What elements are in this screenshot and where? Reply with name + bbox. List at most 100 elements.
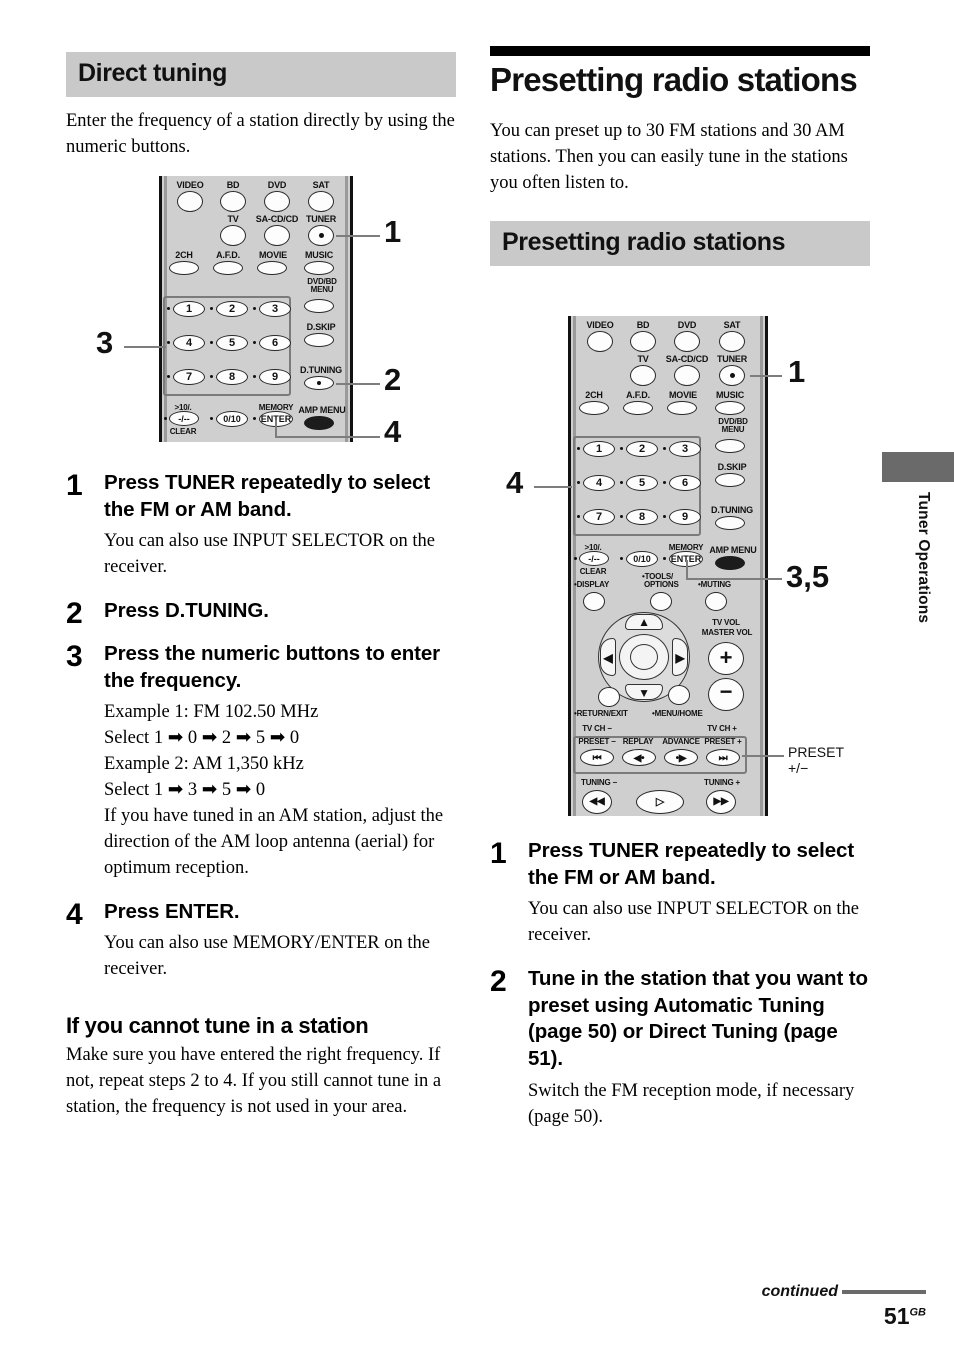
remote-button-afd[interactable] [213,261,243,275]
remote-button-dvd-bd-menu[interactable] [715,439,745,453]
remote-key-1[interactable]: 1 [173,301,205,317]
remote-button-dskip[interactable] [304,333,334,347]
remote-label-return-exit: •RETURN/EXIT [574,709,628,718]
remote-button-tools-options[interactable] [650,592,672,611]
leader-line-right-callout-1 [750,375,782,377]
step-number: 2 [490,965,507,999]
remote-button-dskip[interactable] [715,473,745,487]
remote-button-dtuning[interactable] [715,516,745,530]
remote-button-display[interactable] [583,592,605,611]
remote-button-video[interactable] [587,331,613,352]
remote-key-2[interactable]: 2 [216,301,248,317]
page-number: 51GB [762,1303,926,1330]
remote-button-movie[interactable] [257,261,287,275]
remote-label-tv-ch-plus: TV CH + [707,724,737,733]
continued-rule [842,1290,926,1294]
remote-label-amp-menu: AMP MENU [298,405,346,415]
remote-dtuning-indicator-dot [317,381,321,385]
remote-button-sat[interactable] [308,191,334,212]
keypad-dot-0 [210,417,213,420]
remote-glyph-next: ⏭ [718,753,728,764]
remote-key-0-10[interactable]: 0/10 [216,411,248,427]
remote-button-tv[interactable] [630,365,656,386]
callout-right-4: 4 [506,465,524,500]
left-column: Direct tuning Enter the frequency of a s… [66,52,456,161]
remote-button-sat[interactable] [719,331,745,352]
remote-glyph-play: ▷ [655,796,665,808]
remote-key-7[interactable]: 7 [173,369,205,385]
remote-label-amp-menu: AMP MENU [709,545,757,555]
keypad-dot-8 [210,375,213,378]
remote-button-muting[interactable] [705,592,727,611]
remote-button-afd[interactable] [623,401,653,415]
remote-key-2[interactable]: 2 [626,441,658,457]
remote-key-5[interactable]: 5 [216,335,248,351]
remote-button-tv[interactable] [220,225,246,246]
remote-key-9[interactable]: 9 [259,369,291,385]
keypad-dot-3 [253,307,256,310]
remote-label-tuner: TUNER [306,214,336,224]
remote-key-3[interactable]: 3 [259,301,291,317]
step-sub: You can also use INPUT SELECTOR on the r… [528,899,859,946]
remote-key-4[interactable]: 4 [173,335,205,351]
step-title: Press D.TUNING. [104,599,269,623]
remote-label-dtuning: D.TUNING [711,505,753,515]
remote-key-5[interactable]: 5 [626,475,658,491]
remote-label-video: VIDEO [176,180,204,190]
remote-key-6[interactable]: 6 [669,475,701,491]
keypad-dot-5 [620,481,623,484]
remote-enter-inner[interactable] [630,644,658,670]
remote-key-4[interactable]: 4 [583,475,615,491]
callout-preset-plus-minus: PRESET +/− [788,744,844,776]
remote-key-8[interactable]: 8 [216,369,248,385]
remote-label-bd: BD [636,320,650,330]
remote-button-music[interactable] [304,261,334,275]
remote-key-dash[interactable]: -/-- [169,411,199,426]
remote-label-sat: SAT [312,180,330,190]
remote-key-dash[interactable]: -/-- [579,551,609,566]
direct-tuning-intro: Enter the frequency of a station directl… [66,111,455,157]
remote-key-3[interactable]: 3 [669,441,701,457]
remote-key-1[interactable]: 1 [583,441,615,457]
remote-key-8[interactable]: 8 [626,509,658,525]
remote-button-2ch[interactable] [579,401,609,415]
remote-button-menu-home[interactable] [668,685,690,705]
leader-line-callout-3 [124,346,166,348]
remote-key-9[interactable]: 9 [669,509,701,525]
remote-key-0-10[interactable]: 0/10 [626,551,658,567]
remote-key-6[interactable]: 6 [259,335,291,351]
remote-button-movie[interactable] [667,401,697,415]
remote-label-movie: MOVIE [668,390,697,400]
keypad-dot-1 [167,307,170,310]
remote-label-preset-plus: PRESET + [704,737,742,746]
remote-button-amp-menu[interactable] [304,416,334,430]
remote-button-dvd[interactable] [674,331,700,352]
step-title: Press TUNER repeatedly to select the FM … [528,839,855,889]
callout-4: 4 [384,414,402,449]
remote-button-video[interactable] [177,191,203,212]
keypad-dot-dash [164,417,167,420]
remote-button-bd[interactable] [220,191,246,212]
dpad-glyph-left: ◀ [603,651,613,665]
section-header-label: Presetting radio stations [502,227,786,256]
remote-tuner-indicator-dot [730,373,735,378]
remote-label-dvd: DVD [267,180,287,190]
remote-label-master-vol: MASTER VOL [701,628,753,637]
remote-label-tuning-plus: TUNING + [704,778,740,787]
remote-button-sacd-cd[interactable] [264,225,290,246]
remote-button-return-exit[interactable] [598,687,620,707]
remote-button-music[interactable] [715,401,745,415]
remote-label-preset-minus: PRESET − [578,737,616,746]
remote-button-dvd[interactable] [264,191,290,212]
remote-button-amp-menu[interactable] [715,556,745,570]
remote-button-sacd-cd[interactable] [674,365,700,386]
remote-label-movie: MOVIE [258,250,287,260]
remote-key-7[interactable]: 7 [583,509,615,525]
remote-button-dvd-bd-menu[interactable] [304,299,334,313]
step-item-1: 1 Press TUNER repeatedly to select the F… [66,470,456,581]
remote-button-2ch[interactable] [169,261,199,275]
step-number: 1 [490,837,507,870]
remote-label-tv-vol: TV VOL [712,618,740,627]
remote-label-muting: •MUTING [698,580,731,589]
remote-button-bd[interactable] [630,331,656,352]
